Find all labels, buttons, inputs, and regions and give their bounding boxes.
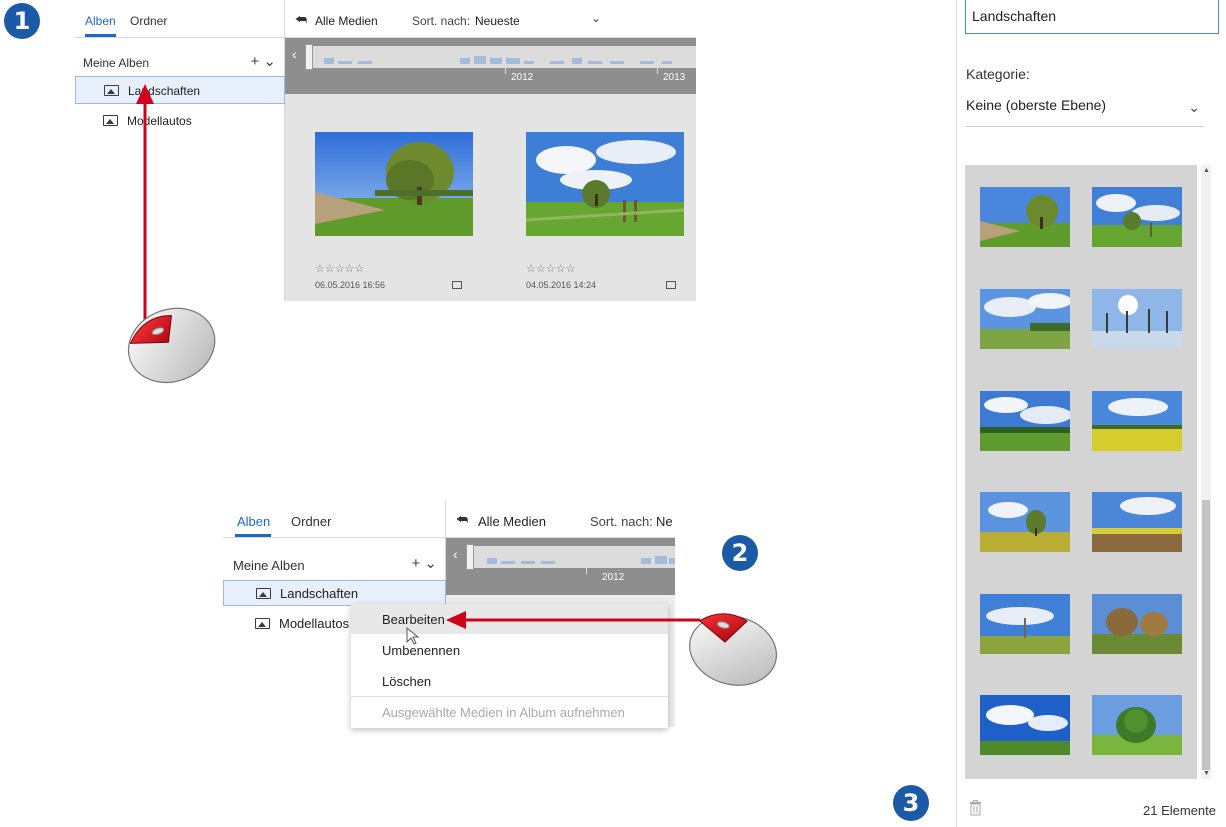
album-thumbnail[interactable] (980, 695, 1070, 755)
edit-album-panel: Landschaften Kategorie: Keine (oberste E… (956, 0, 1226, 827)
menu-item-label: Löschen (382, 674, 432, 689)
album-label: Modellautos (279, 616, 350, 631)
album-thumbnail[interactable] (980, 187, 1070, 247)
active-tab-indicator (235, 534, 271, 537)
timeline-left-arrow-icon[interactable]: ‹ (453, 546, 458, 562)
timeline-handle[interactable] (466, 544, 474, 570)
step-badge-2: 2 (722, 535, 758, 571)
category-value: Keine (oberste Ebene) (966, 97, 1107, 113)
album-thumbnail[interactable] (980, 492, 1070, 552)
album-thumbnail[interactable] (980, 289, 1070, 349)
album-name-field[interactable]: Landschaften (965, 0, 1219, 34)
album-icon (104, 85, 119, 96)
category-label: Kategorie: (966, 66, 1030, 82)
all-media-link[interactable]: Alle Medien (315, 14, 378, 28)
albums-heading: Meine Alben (83, 56, 150, 70)
album-icon (103, 115, 118, 126)
tab-alben[interactable]: Alben (237, 514, 270, 529)
all-media-link[interactable]: Alle Medien (478, 514, 546, 529)
mouse-icon (127, 307, 216, 383)
photo-type-icon (452, 281, 462, 289)
album-label: Modellautos (127, 114, 192, 128)
add-album-button[interactable]: + ⌄ (251, 52, 277, 70)
photo-type-icon (666, 281, 676, 289)
menu-item-label: Ausgewählte Medien in Album aufnehmen (382, 705, 625, 720)
album-thumbnail[interactable] (1092, 695, 1182, 755)
albums-heading: Meine Alben (233, 558, 305, 573)
back-arrow-icon[interactable]: ⮪ (456, 512, 468, 528)
mouse-icon (689, 613, 778, 686)
scroll-up-icon[interactable]: ▲ (1203, 167, 1210, 174)
album-thumbnail[interactable] (1092, 391, 1182, 451)
media-thumbnail[interactable] (315, 132, 473, 236)
album-icon (256, 588, 271, 599)
sort-value[interactable]: Ne (656, 514, 673, 529)
album-thumbnail[interactable] (1092, 492, 1182, 552)
media-grid: ☆☆☆☆☆ 06.05.2016 16:56 ☆☆☆☆☆ 04.05.2016 … (285, 94, 696, 301)
active-tab-indicator (85, 34, 116, 37)
album-thumbnail[interactable] (980, 594, 1070, 654)
timeline-strip (471, 546, 675, 568)
album-media-gallery (965, 165, 1197, 779)
element-count: 21 Elemente (1143, 803, 1216, 818)
album-item-landschaften[interactable]: Landschaften (223, 580, 446, 606)
tab-ordner[interactable]: Ordner (130, 14, 167, 28)
menu-item-label: Umbenennen (382, 643, 461, 658)
scrollbar-thumb[interactable] (1202, 500, 1210, 770)
album-tabs: Alben Ordner (75, 0, 285, 38)
album-thumbnail[interactable] (1092, 594, 1182, 654)
organizer-panel-step1: Alben Ordner Meine Alben + ⌄ Landschafte… (75, 0, 696, 301)
timeline-bar[interactable]: ‹ 2012 2013 (285, 38, 696, 94)
trash-icon[interactable] (969, 800, 982, 816)
sort-value[interactable]: Neueste (475, 14, 520, 28)
chevron-down-icon[interactable]: ⌄ (591, 11, 601, 25)
rating-stars[interactable]: ☆☆☆☆☆ (315, 262, 364, 275)
timeline-year: 2012 (511, 72, 534, 83)
add-album-button[interactable]: + ⌄ (412, 554, 438, 572)
rating-stars[interactable]: ☆☆☆☆☆ (526, 262, 575, 275)
timeline-left-arrow-icon[interactable]: ‹ (292, 46, 297, 62)
tab-alben[interactable]: Alben (85, 14, 116, 28)
photo-date: 04.05.2016 14:24 (526, 280, 597, 290)
tab-ordner[interactable]: Ordner (291, 514, 331, 529)
chevron-down-icon: ⌄ (1188, 99, 1200, 115)
menu-item-loeschen[interactable]: Löschen (351, 666, 668, 696)
album-item-landschaften[interactable]: Landschaften (75, 76, 285, 104)
scroll-down-icon[interactable]: ▼ (1203, 770, 1210, 777)
media-toolbar: ⮪ Alle Medien Sort. nach: Ne (446, 500, 675, 538)
album-item-modellautos[interactable]: Modellautos (75, 107, 285, 135)
landscape-photo (526, 132, 684, 236)
album-tabs: Alben Ordner (223, 500, 446, 538)
album-thumbnail[interactable] (980, 391, 1070, 451)
media-toolbar: ⮪ Alle Medien Sort. nach: Neueste ⌄ (285, 0, 696, 38)
album-label: Landschaften (280, 586, 359, 601)
timeline-year: 2012 (602, 572, 625, 583)
category-select[interactable]: Keine (oberste Ebene) ⌄ (966, 97, 1204, 127)
albums-sidebar: Meine Alben + ⌄ Landschaften Modellautos (75, 38, 285, 301)
timeline-strip (310, 46, 696, 68)
album-thumbnail[interactable] (1092, 289, 1182, 349)
timeline-handle[interactable] (305, 44, 313, 70)
sort-label: Sort. nach: (590, 514, 653, 529)
album-context-menu: Bearbeiten Umbenennen Löschen Ausgewählt… (351, 604, 668, 728)
landscape-photo (315, 132, 473, 236)
back-arrow-icon[interactable]: ⮪ (295, 12, 307, 28)
album-icon (255, 618, 270, 629)
timeline-bar[interactable]: ‹ 2012 (446, 538, 675, 595)
media-thumbnail[interactable] (526, 132, 684, 236)
timeline-year: 2013 (663, 72, 686, 83)
album-thumbnail[interactable] (1092, 187, 1182, 247)
menu-item-label: Bearbeiten (382, 612, 445, 627)
step-badge-1: 1 (4, 3, 40, 39)
menu-item-bearbeiten[interactable]: Bearbeiten (351, 604, 668, 634)
album-label: Landschaften (128, 84, 201, 98)
menu-item-add-selected-media: Ausgewählte Medien in Album aufnehmen (351, 697, 668, 727)
menu-item-umbenennen[interactable]: Umbenennen (351, 635, 668, 665)
step-badge-3: 3 (893, 785, 929, 821)
gallery-scrollbar[interactable]: ▲ ▼ (1201, 165, 1211, 779)
photo-date: 06.05.2016 16:56 (315, 280, 386, 290)
sort-label: Sort. nach: (412, 14, 471, 28)
